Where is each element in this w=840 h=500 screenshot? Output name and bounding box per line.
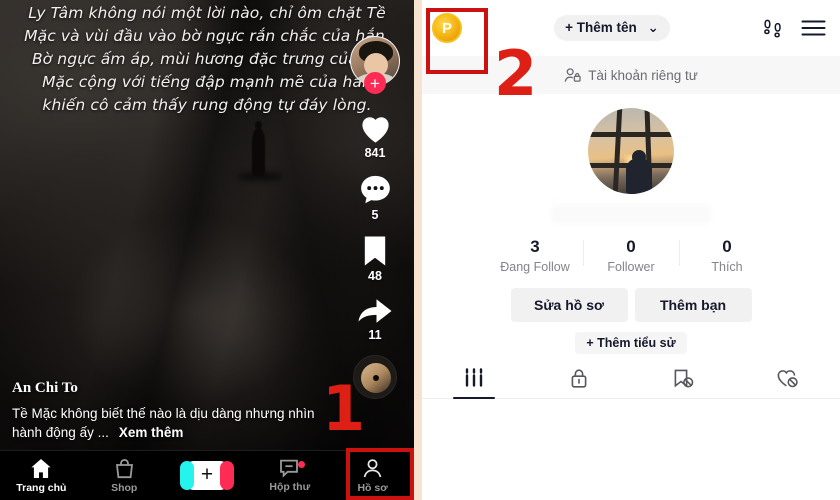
header-icon-group (762, 17, 826, 40)
annotation-box-profile-tab (346, 448, 414, 500)
private-account-label: Tài khoản riêng tư (588, 67, 698, 83)
tiktok-profile-screen: P + Thêm tên ⌄ Tài khoản riêng tư 3 Đang… (422, 0, 840, 500)
dual-screenshot: Ly Tâm không nói một lời nào, chỉ ôm chặ… (0, 0, 840, 500)
video-action-rail: + 841 5 48 11 (346, 36, 404, 399)
tab-saved[interactable] (631, 368, 736, 398)
profile-stats: 3 Đang Follow 0 Follower 0 Thích (422, 236, 840, 274)
stat-following[interactable]: 3 Đang Follow (487, 236, 583, 274)
profile-tab-bar (422, 368, 840, 399)
walking-person-silhouette (252, 121, 265, 176)
tab-active-underline (453, 396, 496, 399)
annotation-number-2: 2 (494, 37, 538, 110)
nav-label-shop: Shop (111, 481, 138, 494)
share-arrow-icon[interactable] (357, 296, 393, 326)
lock-private-icon[interactable] (569, 368, 589, 389)
avatar-person-silhouette (626, 150, 652, 194)
chevron-down-icon[interactable]: ⌄ (648, 20, 659, 36)
avatar-window-bar (612, 108, 623, 194)
like-button[interactable]: 841 (346, 112, 404, 160)
inbox-icon[interactable] (279, 458, 300, 478)
inbox-unread-badge (298, 461, 306, 468)
video-caption-text: Tề Mặc không biết thế nào là dịu dàng nh… (12, 404, 320, 442)
tab-private[interactable] (527, 368, 632, 398)
share-count: 11 (368, 328, 382, 342)
stat-likes[interactable]: 0 Thích (679, 236, 775, 274)
annotation-box-coin-icon (426, 8, 488, 74)
create-plus-icon[interactable]: + (179, 461, 234, 490)
profile-avatar[interactable] (588, 108, 674, 194)
bookmark-slash-icon[interactable] (672, 368, 694, 389)
bookmark-button[interactable]: 48 (346, 235, 404, 283)
tab-posts[interactable] (422, 368, 527, 399)
comment-count: 5 (371, 208, 379, 222)
add-bio-button[interactable]: + Thêm tiểu sử (575, 332, 687, 354)
profile-body: 3 Đang Follow 0 Follower 0 Thích Sửa hồ … (422, 94, 840, 399)
footprints-icon[interactable] (762, 17, 785, 40)
hamburger-menu-icon[interactable] (801, 19, 826, 37)
nav-item-create[interactable]: + (166, 451, 249, 500)
stat-followers-label: Follower (607, 260, 655, 274)
see-more-link[interactable]: Xem thêm (119, 425, 184, 440)
stat-followers-value: 0 (626, 237, 636, 256)
add-friend-button[interactable]: Thêm bạn (634, 288, 752, 322)
create-plus-glyph: + (200, 463, 214, 486)
shop-bag-icon[interactable] (114, 458, 135, 479)
video-caption-block: An Chi To Tề Mặc không biết thế nào là d… (12, 380, 320, 442)
tab-liked[interactable] (736, 368, 840, 398)
bookmark-icon[interactable] (360, 235, 390, 267)
bookmark-count: 48 (368, 269, 382, 283)
heart-slash-icon[interactable] (776, 368, 799, 389)
nav-item-inbox[interactable]: Hộp thư (248, 451, 331, 500)
screen-divider (414, 0, 422, 500)
nav-item-home[interactable]: Trang chủ (0, 451, 83, 500)
add-name-label: + Thêm tên (565, 20, 637, 35)
nav-label-home: Trang chủ (16, 481, 67, 494)
home-icon[interactable] (30, 458, 52, 479)
stat-followers[interactable]: 0 Follower (583, 236, 679, 274)
creator-avatar-wrapper[interactable]: + (350, 36, 400, 96)
comment-button[interactable]: 5 (346, 173, 404, 222)
follow-plus-icon[interactable]: + (364, 72, 386, 94)
tiktok-video-screen: Ly Tâm không nói một lời nào, chỉ ôm chặ… (0, 0, 414, 500)
username-blurred (551, 204, 711, 224)
video-overlay-text: Ly Tâm không nói một lời nào, chỉ ôm chặ… (24, 4, 390, 114)
stat-following-value: 3 (530, 237, 540, 256)
music-disc-art (361, 363, 391, 393)
profile-action-buttons: Sửa hồ sơ Thêm bạn (422, 288, 840, 322)
grid-posts-icon[interactable] (463, 368, 485, 388)
person-lock-icon (564, 67, 581, 82)
comment-icon[interactable] (358, 173, 393, 206)
like-count: 841 (364, 146, 386, 160)
nav-item-shop[interactable]: Shop (83, 451, 166, 500)
stat-likes-value: 0 (722, 237, 732, 256)
annotation-number-1: 1 (322, 372, 366, 445)
avatar-window-bar (588, 132, 674, 137)
video-author-name[interactable]: An Chi To (12, 380, 320, 397)
edit-profile-button[interactable]: Sửa hồ sơ (510, 288, 628, 322)
heart-icon[interactable] (358, 112, 393, 144)
stat-following-label: Đang Follow (500, 260, 570, 274)
stat-likes-label: Thích (711, 260, 743, 274)
share-button[interactable]: 11 (346, 296, 404, 342)
nav-label-inbox: Hộp thư (269, 481, 311, 493)
add-name-button[interactable]: + Thêm tên ⌄ (554, 15, 670, 41)
